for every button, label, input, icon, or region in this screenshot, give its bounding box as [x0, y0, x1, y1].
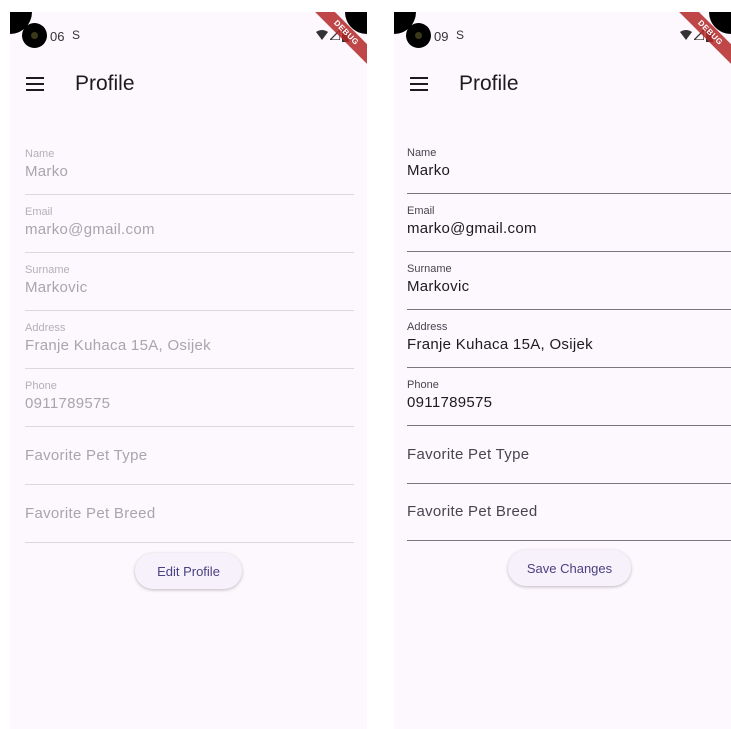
surname-input[interactable]: Markovic [407, 278, 469, 295]
surname-value: Markovic [25, 279, 88, 296]
address-field: Address Franje Kuhaca 15A, Osijek [25, 310, 354, 369]
email-field: Email marko@gmail.com [25, 194, 354, 253]
favorite-pet-type-field: Favorite Pet Type [25, 426, 354, 485]
wifi-icon [680, 30, 692, 40]
phone-field: Phone 0911789575 [25, 368, 354, 427]
favorite-pet-breed-field[interactable]: Favorite Pet Breed [407, 482, 731, 541]
favorite-pet-breed-field: Favorite Pet Breed [25, 484, 354, 543]
edit-profile-button[interactable]: Edit Profile [135, 553, 242, 589]
surname-field[interactable]: Surname Markovic [407, 251, 731, 310]
address-value: Franje Kuhaca 15A, Osijek [25, 337, 211, 354]
save-changes-button[interactable]: Save Changes [508, 550, 631, 586]
surname-field: Surname Markovic [25, 252, 354, 311]
page-title: Profile [75, 72, 135, 95]
email-label: Email [25, 206, 53, 218]
favorite-pet-breed-placeholder: Favorite Pet Breed [407, 503, 538, 520]
address-input[interactable]: Franje Kuhaca 15A, Osijek [407, 336, 593, 353]
name-input[interactable]: Marko [407, 162, 450, 179]
favorite-pet-breed-placeholder: Favorite Pet Breed [25, 505, 156, 522]
name-label: Name [25, 148, 55, 160]
menu-icon[interactable] [26, 77, 44, 91]
email-value: marko@gmail.com [25, 221, 155, 238]
phone-value: 0911789575 [25, 395, 111, 412]
profile-screen-edit: 09 S DEBUG Profile Name Marko Email mark… [394, 12, 731, 729]
name-field[interactable]: Name Marko [407, 135, 731, 194]
app-bar: Profile [10, 63, 367, 105]
app-bar: Profile [394, 63, 731, 105]
profile-screen-view: 06 S DEBUG Profile Name Marko Email mark… [10, 12, 367, 729]
menu-icon[interactable] [410, 77, 428, 91]
page-title: Profile [459, 72, 519, 95]
name-label: Name [407, 147, 437, 159]
favorite-pet-type-placeholder: Favorite Pet Type [25, 447, 148, 464]
email-input[interactable]: marko@gmail.com [407, 220, 537, 237]
address-label: Address [25, 322, 66, 334]
camera-icon [22, 23, 47, 48]
address-label: Address [407, 321, 448, 333]
address-field[interactable]: Address Franje Kuhaca 15A, Osijek [407, 309, 731, 368]
camera-icon [406, 23, 431, 48]
phone-input[interactable]: 0911789575 [407, 394, 492, 411]
sim-icon: S [456, 28, 465, 42]
status-time: 09 [434, 29, 449, 44]
phone-label: Phone [407, 379, 439, 391]
surname-label: Surname [25, 264, 70, 276]
email-label: Email [407, 205, 435, 217]
email-field[interactable]: Email marko@gmail.com [407, 193, 731, 252]
favorite-pet-type-field[interactable]: Favorite Pet Type [407, 425, 731, 484]
phone-label: Phone [25, 380, 57, 392]
phone-field[interactable]: Phone 0911789575 [407, 367, 731, 426]
sim-icon: S [72, 28, 81, 42]
wifi-icon [316, 30, 328, 40]
surname-label: Surname [407, 263, 452, 275]
name-field: Name Marko [25, 136, 354, 195]
status-time: 06 [50, 29, 65, 44]
name-value: Marko [25, 163, 69, 180]
favorite-pet-type-placeholder: Favorite Pet Type [407, 446, 530, 463]
